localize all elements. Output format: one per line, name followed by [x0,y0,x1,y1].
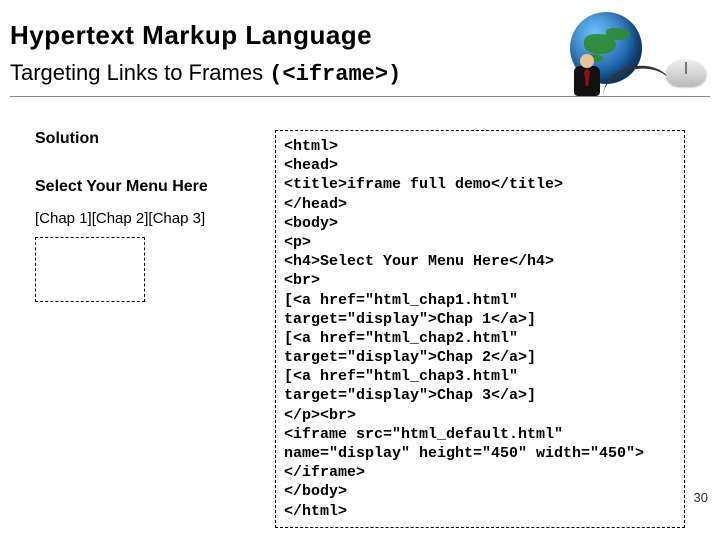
businessman-icon [570,54,604,102]
solution-label: Solution [35,130,265,148]
mouse-icon [666,60,706,86]
header-decoration [542,8,712,98]
menu-heading: Select Your Menu Here [35,178,265,196]
slide-title: Hypertext Markup Language [10,20,372,51]
iframe-placeholder [35,237,145,302]
slide: Hypertext Markup Language Targeting Link… [0,0,720,540]
slide-subtitle: Targeting Links to Frames (<iframe>) [10,60,401,87]
page-number: 30 [694,490,708,505]
subtitle-code: (<iframe>) [269,62,401,87]
code-box: <html> <head> <title>iframe full demo</t… [275,130,685,528]
subtitle-text: Targeting Links to Frames [10,60,269,85]
left-column: Solution Select Your Menu Here [Chap 1][… [35,130,265,302]
menu-links: [Chap 1][Chap 2][Chap 3] [35,210,265,227]
divider [10,96,710,97]
